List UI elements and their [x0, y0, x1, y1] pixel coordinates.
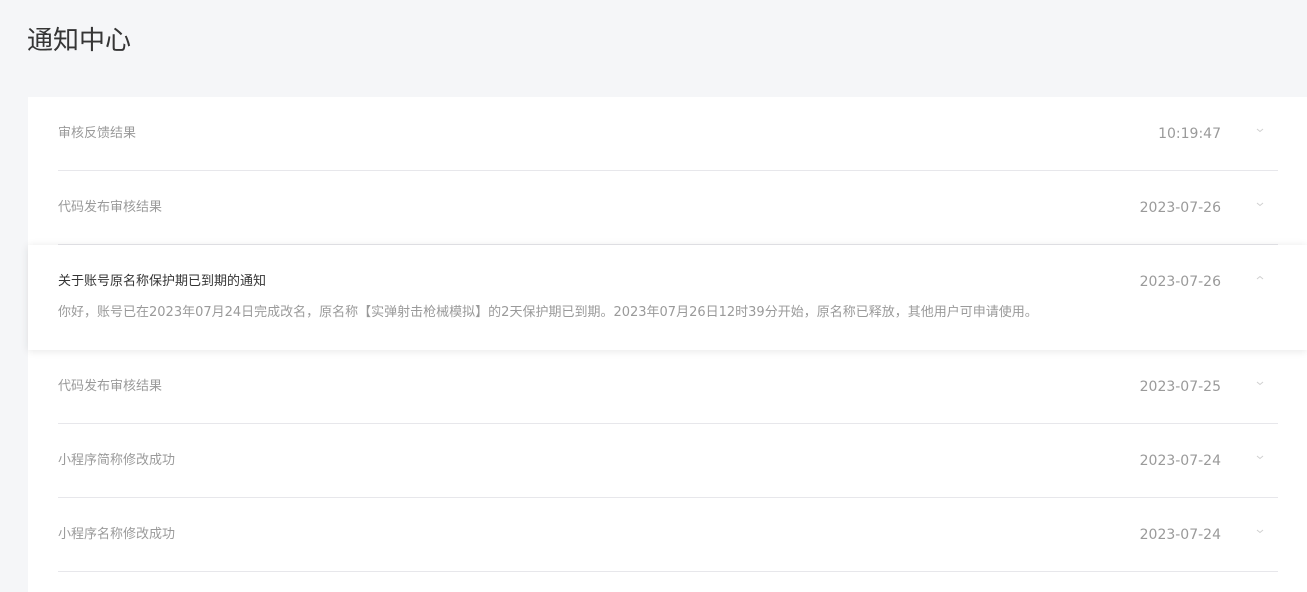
notification-item[interactable]: 代码发布审核结果 2023-07-26 — [58, 171, 1278, 245]
notification-time: 2023-07-26 — [1139, 274, 1221, 290]
chevron-down-icon[interactable] — [1256, 527, 1264, 535]
notification-title: 小程序简称修改成功 — [58, 453, 176, 468]
chevron-down-icon[interactable] — [1256, 379, 1264, 387]
chevron-down-icon[interactable] — [1256, 200, 1264, 208]
page-title: 通知中心 — [27, 26, 132, 56]
chevron-down-icon[interactable] — [1256, 126, 1264, 134]
notification-item[interactable]: 审核反馈结果 10:19:47 — [58, 97, 1278, 171]
notification-item[interactable]: 小程序名称修改成功 2023-07-24 — [58, 498, 1278, 572]
notification-time: 2023-07-25 — [1139, 379, 1221, 395]
notification-content: 你好，账号已在2023年07月24日完成改名，原名称【实弹射击枪械模拟】的2天保… — [58, 305, 1038, 320]
notification-title: 关于账号原名称保护期已到期的通知 — [58, 274, 267, 289]
chevron-down-icon[interactable] — [1256, 453, 1264, 461]
notification-item-expanded[interactable]: 关于账号原名称保护期已到期的通知 2023-07-26 你好，账号已在2023年… — [28, 245, 1307, 350]
notification-title: 代码发布审核结果 — [58, 379, 163, 394]
notification-item[interactable]: 小程序简称修改成功 2023-07-24 — [58, 424, 1278, 498]
notification-title: 代码发布审核结果 — [58, 200, 163, 215]
chevron-up-icon[interactable] — [1256, 274, 1264, 282]
notification-time: 10:19:47 — [1158, 126, 1221, 142]
notification-item[interactable]: 代码发布审核结果 2023-07-25 — [58, 350, 1278, 424]
notification-time: 2023-07-26 — [1139, 200, 1221, 216]
notification-time: 2023-07-24 — [1139, 453, 1221, 469]
notification-title: 审核反馈结果 — [58, 126, 137, 141]
notification-title: 小程序名称修改成功 — [58, 527, 176, 542]
notification-list: 审核反馈结果 10:19:47 代码发布审核结果 2023-07-26 关于账号… — [28, 97, 1307, 592]
notification-time: 2023-07-24 — [1139, 527, 1221, 543]
